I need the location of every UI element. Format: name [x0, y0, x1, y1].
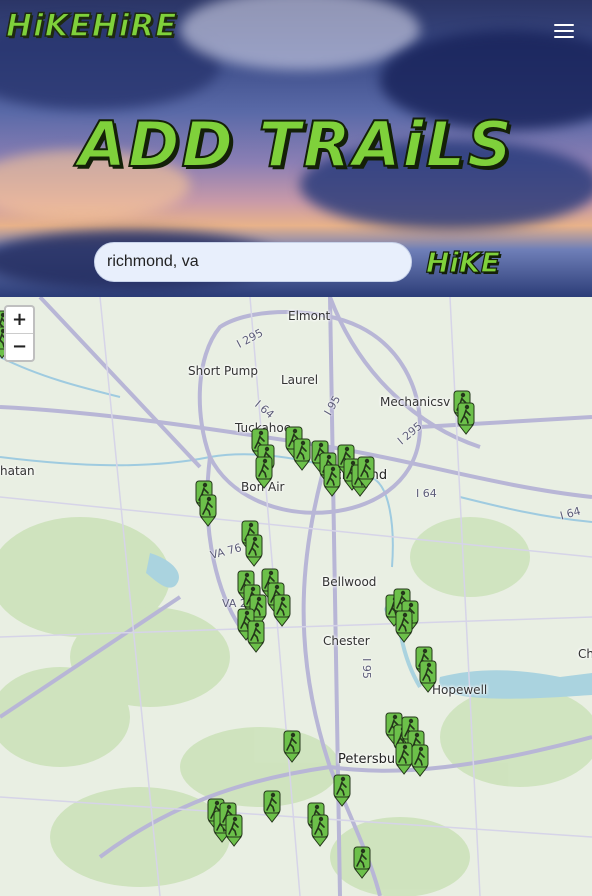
- place-label: Laurel: [281, 373, 319, 387]
- hiker-marker-icon[interactable]: [410, 743, 430, 777]
- place-label: hatan: [0, 464, 35, 478]
- hiker-marker-icon[interactable]: [394, 609, 414, 643]
- place-label: Elmont: [288, 309, 331, 323]
- road-label: I 95: [359, 658, 373, 679]
- place-label: Hopewell: [432, 683, 488, 697]
- hamburger-menu-icon[interactable]: [554, 24, 574, 40]
- hiker-marker-icon[interactable]: [244, 533, 264, 567]
- trail-map[interactable]: Elmont Short Pump Laurel Mechanicsv Tuck…: [0, 297, 592, 896]
- hiker-marker-icon[interactable]: [272, 593, 292, 627]
- hiker-marker-icon[interactable]: [352, 845, 372, 879]
- place-label: Bellwood: [322, 575, 377, 589]
- road-label: I 64: [416, 487, 437, 500]
- hiker-marker-icon[interactable]: [246, 619, 266, 653]
- hiker-marker-icon[interactable]: [310, 813, 330, 847]
- hiker-marker-icon[interactable]: [198, 493, 218, 527]
- page-title: ADD TRAiLS: [77, 107, 514, 182]
- hiker-marker-icon[interactable]: [418, 659, 438, 693]
- hiker-marker-icon[interactable]: [262, 789, 282, 823]
- place-label: Short Pump: [188, 364, 258, 378]
- zoom-out-button[interactable]: −: [6, 333, 33, 360]
- hiker-marker-icon[interactable]: [356, 455, 376, 489]
- hiker-marker-icon[interactable]: [456, 401, 476, 435]
- location-search-input[interactable]: [94, 242, 412, 282]
- app-logo[interactable]: HiKEHiRE: [5, 7, 177, 45]
- hiker-marker-icon[interactable]: [292, 437, 312, 471]
- hero-banner: HiKEHiRE ADD TRAiLS HiKE: [0, 0, 592, 297]
- hiker-marker-icon[interactable]: [282, 729, 302, 763]
- hiker-marker-icon[interactable]: [254, 455, 274, 489]
- place-label: Ch: [578, 647, 592, 661]
- hike-search-button[interactable]: HiKE: [425, 245, 500, 279]
- hiker-marker-icon[interactable]: [224, 813, 244, 847]
- hiker-marker-icon[interactable]: [332, 773, 352, 807]
- zoom-in-button[interactable]: +: [6, 307, 33, 333]
- place-label: Chester: [323, 634, 370, 648]
- place-label: Mechanicsv: [380, 395, 451, 409]
- zoom-control: + −: [4, 305, 35, 362]
